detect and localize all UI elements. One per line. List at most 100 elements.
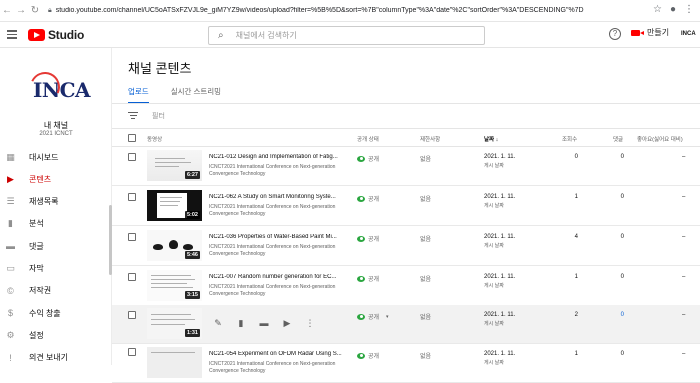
tab-uploads[interactable]: 업로드 [128, 86, 149, 104]
sidebar-item-feedback[interactable]: ! 의견 보내기 [0, 349, 111, 367]
forward-icon[interactable]: → [14, 5, 28, 16]
comments-value: 0 [620, 351, 624, 357]
comments-icon: ▬ [6, 241, 15, 252]
sidebar-item-comments[interactable]: ▬ 댓글 [0, 237, 111, 255]
column-views[interactable]: 조회수 [562, 135, 577, 143]
menu-icon[interactable]: ⋮ [684, 4, 694, 15]
visibility-status[interactable]: 공개 ▾ [357, 312, 389, 321]
sidebar-item-label: 자막 [29, 264, 44, 273]
row-checkbox[interactable] [128, 273, 136, 281]
visibility-status: 공개 [357, 351, 379, 360]
video-title[interactable]: NC21-062 A Study on Smart Monitoring Sys… [209, 194, 344, 200]
row-checkbox[interactable] [128, 311, 136, 319]
back-icon[interactable]: ← [0, 5, 14, 16]
video-title[interactable]: NC21-054 Experiment on OFDM Radar Using … [209, 351, 344, 357]
tabs-divider [112, 103, 700, 104]
sidebar-item-copyright[interactable]: © 저작권 [0, 282, 111, 300]
video-camera-icon [631, 29, 644, 36]
sidebar-item-playlist[interactable]: ☰ 재생목록 [0, 193, 111, 211]
video-thumbnail[interactable] [147, 347, 202, 378]
sidebar-item-label: 의견 보내기 [29, 353, 69, 363]
create-label: 만들기 [647, 28, 670, 37]
video-row[interactable]: 6:27 NC21-012 Design and Implementation o… [112, 147, 700, 186]
edit-pencil-icon[interactable]: ✎ [212, 317, 224, 329]
video-row[interactable]: NC21-054 Experiment on OFDM Radar Using … [112, 344, 700, 383]
video-row[interactable]: 1:31 ✎ ▮ ▬ ▶ ⋮ 공개 ▾ 없음 2021. 1. 11. 게시 날짜 2 0 – [112, 305, 700, 344]
account-avatar[interactable]: INCA [681, 31, 696, 37]
select-all-checkbox[interactable] [128, 134, 136, 142]
hamburger-icon[interactable] [7, 28, 19, 40]
video-title[interactable]: NC21-007 Random number generation for EC… [209, 274, 344, 280]
video-thumbnail[interactable]: 6:27 [147, 150, 202, 181]
sidebar-item-subtitles[interactable]: ▭ 자막 [0, 260, 111, 278]
views-value: 2 [574, 312, 578, 318]
date-value: 2021. 1. 11. [484, 351, 516, 357]
help-icon[interactable]: ? [609, 28, 621, 40]
channel-label: 내 채널 [43, 121, 69, 130]
filter-divider [112, 128, 700, 129]
video-thumbnail[interactable]: 3:15 [147, 270, 202, 301]
sidebar-item-label: 콘텐츠 [29, 174, 52, 184]
date-value: 2021. 1. 11. [484, 234, 516, 240]
analytics-icon: ▮ [8, 218, 13, 229]
video-description: ICNCT2021 International Conference on Ne… [209, 244, 336, 257]
create-button[interactable]: 만들기 [631, 27, 669, 38]
filter-label: 필터 [152, 112, 165, 120]
visibility-status: 공개 [357, 194, 379, 203]
row-checkbox[interactable] [128, 153, 136, 161]
star-icon[interactable]: ☆ [653, 4, 662, 15]
date-subtext: 게시 날짜 [484, 321, 504, 327]
row-checkbox[interactable] [128, 348, 136, 356]
row-checkbox[interactable] [128, 193, 136, 201]
restrictions-value: 없음 [420, 354, 432, 360]
row-checkbox[interactable] [128, 233, 136, 241]
reload-icon[interactable]: ↻ [28, 5, 42, 16]
video-row[interactable]: 5:46 NC21-036 Properties of Water-Based P… [112, 227, 700, 266]
public-eye-icon [357, 195, 365, 202]
search-input[interactable]: ⌕ 채널에서 검색하기 [208, 26, 485, 45]
sidebar-item-label: 분석 [29, 219, 44, 229]
browser-bar: ← → ↻ 🔒︎ studio.youtube.com/channel/UC5oA… [0, 0, 700, 22]
views-value: 0 [574, 154, 578, 160]
column-likes[interactable]: 좋아요(싫어요 대비) [637, 135, 683, 143]
column-date[interactable]: 날짜 ↓ [484, 135, 498, 143]
sidebar-item-content[interactable]: ▶ 콘텐츠 [0, 170, 111, 188]
video-thumbnail[interactable]: 1:31 [147, 308, 202, 339]
restrictions-value: 없음 [420, 197, 432, 203]
visibility-label: 공개 [368, 277, 380, 283]
filter-icon[interactable] [128, 110, 138, 121]
video-title[interactable]: NC21-012 Design and Implementation of Fa… [209, 154, 344, 160]
profile-icon[interactable]: ● [670, 4, 676, 15]
video-thumbnail[interactable]: 5:02 [147, 190, 202, 221]
sidebar-item-label: 설정 [29, 330, 44, 340]
sidebar-item-monetization[interactable]: $ 수익 창출 [0, 304, 111, 322]
video-row[interactable]: 5:02 NC21-062 A Study on Smart Monitoring… [112, 187, 700, 226]
filter-bar[interactable]: 필터 [128, 110, 165, 121]
more-options-icon[interactable]: ⋮ [304, 317, 316, 329]
comments-value[interactable]: 0 [612, 312, 624, 318]
restrictions-value: 없음 [420, 237, 432, 243]
row-actions: ✎ ▮ ▬ ▶ ⋮ [212, 317, 316, 329]
channel-avatar[interactable]: INCA [25, 67, 91, 107]
studio-logo[interactable]: Studio [28, 28, 84, 42]
sidebar-item-dashboard[interactable]: ▦ 대시보드 [0, 148, 111, 166]
video-thumbnail[interactable]: 5:46 [147, 230, 202, 261]
comments-icon[interactable]: ▬ [258, 317, 270, 329]
dashboard-icon: ▦ [6, 151, 15, 162]
column-visibility: 공개 상태 [357, 137, 379, 143]
video-row[interactable]: 3:15 NC21-007 Random number generation fo… [112, 267, 700, 306]
sidebar-item-settings[interactable]: ⚙ 설정 [0, 326, 111, 344]
video-description: ICNCT2021 International Conference on Ne… [209, 361, 336, 374]
visibility-label: 공개 [368, 237, 380, 243]
analytics-icon[interactable]: ▮ [235, 317, 247, 329]
youtube-logo-icon [28, 29, 45, 41]
address-bar[interactable]: 🔒︎ studio.youtube.com/channel/UC5oATSxFZV… [48, 7, 658, 15]
youtube-play-icon[interactable]: ▶ [281, 317, 293, 329]
date-value: 2021. 1. 11. [484, 274, 516, 280]
column-comments[interactable]: 댓글 [613, 135, 623, 143]
video-title[interactable]: NC21-036 Properties of Water-Based Paint… [209, 234, 344, 240]
content-tabs: 업로드 실시간 스트리밍 [128, 86, 221, 104]
tab-live[interactable]: 실시간 스트리밍 [171, 86, 221, 104]
column-video: 동영상 [147, 137, 163, 143]
sidebar-item-analytics[interactable]: ▮ 분석 [0, 215, 111, 233]
